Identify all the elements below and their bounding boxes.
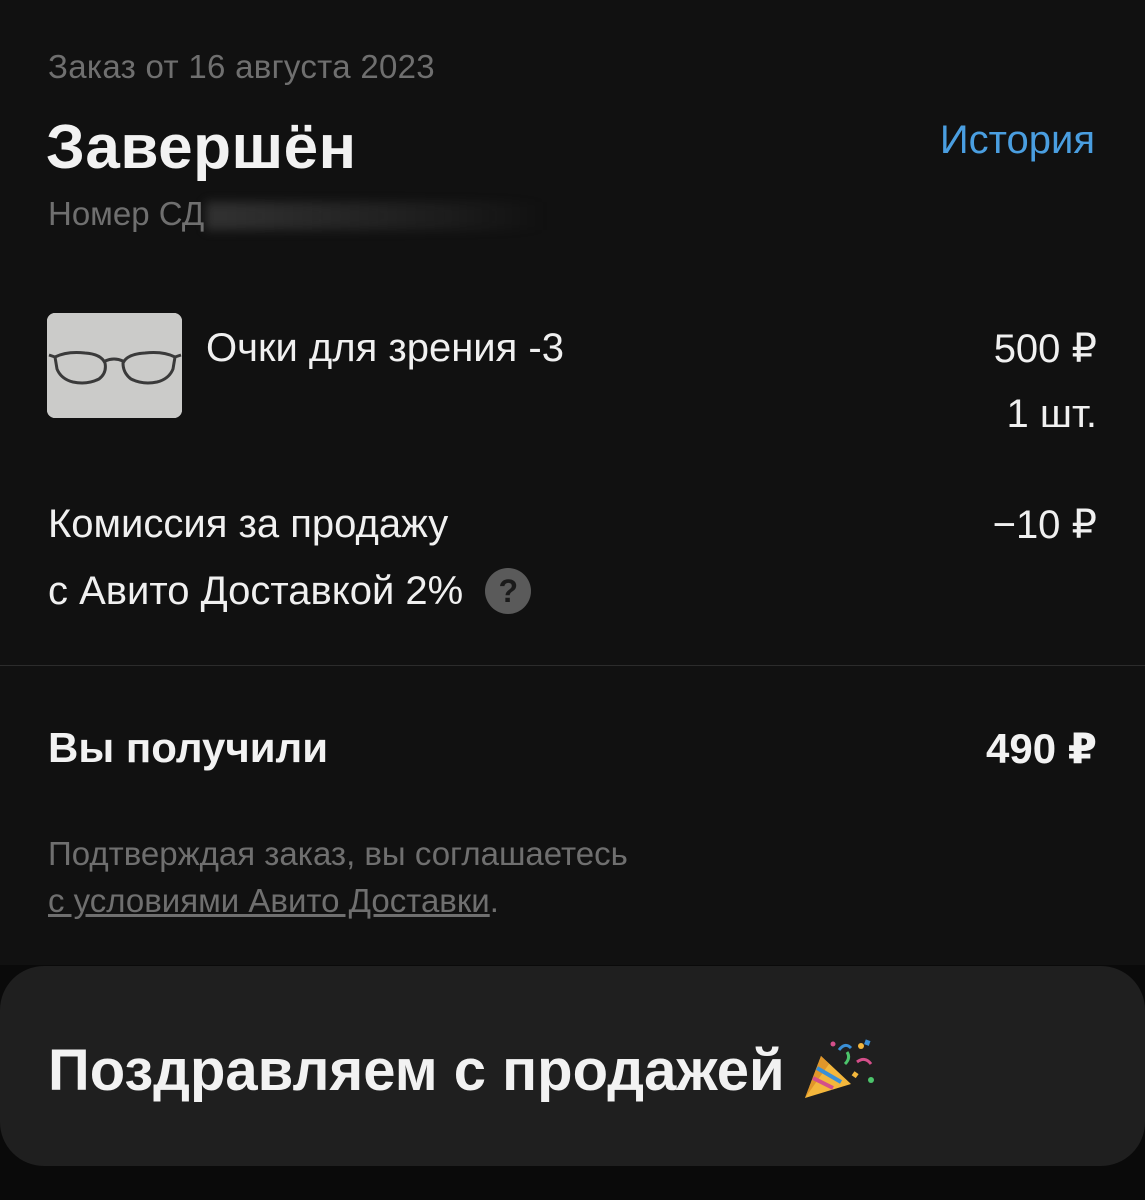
congrats-message: Поздравляем с продажей — [48, 1036, 879, 1104]
item-name[interactable]: Очки для зрения -3 — [206, 326, 564, 371]
help-icon[interactable]: ? — [485, 568, 532, 614]
tracking-number: Номер СД — [48, 195, 547, 233]
total-received-label: Вы получили — [48, 724, 329, 771]
history-link[interactable]: История — [940, 118, 1095, 163]
party-popper-icon — [799, 1036, 879, 1104]
tracking-label: Номер СД — [48, 195, 205, 232]
congrats-text: Поздравляем с продажей — [48, 1037, 785, 1103]
tracking-number-redacted — [206, 202, 547, 231]
item-thumbnail[interactable] — [47, 313, 182, 418]
divider — [0, 665, 1145, 666]
eyeglasses-icon — [47, 313, 182, 418]
terms-text: Подтверждая заказ, вы соглашаетесь — [48, 835, 628, 872]
item-price: 500 ₽ — [993, 327, 1097, 371]
order-date: Заказ от 16 августа 2023 — [48, 48, 435, 85]
order-details-screen: Заказ от 16 августа 2023 Завершён Истори… — [0, 0, 1145, 1200]
commission-label-line2: с Авито Доставкой 2% ? — [48, 568, 532, 614]
order-status-title: Завершён — [46, 113, 357, 182]
item-quantity: 1 шт. — [1006, 392, 1097, 436]
order-panel: Заказ от 16 августа 2023 Завершён Истори… — [0, 0, 1145, 965]
commission-label-text: с Авито Доставкой 2% — [48, 568, 464, 613]
commission-label-line1: Комиссия за продажу — [48, 502, 449, 546]
commission-amount: −10 ₽ — [992, 503, 1097, 547]
terms-notice: Подтверждая заказ, вы соглашаетесь с усл… — [48, 830, 628, 924]
total-received-amount: 490 ₽ — [986, 725, 1097, 772]
terms-suffix: . — [489, 882, 499, 919]
terms-link[interactable]: с условиями Авито Доставки — [48, 882, 490, 919]
